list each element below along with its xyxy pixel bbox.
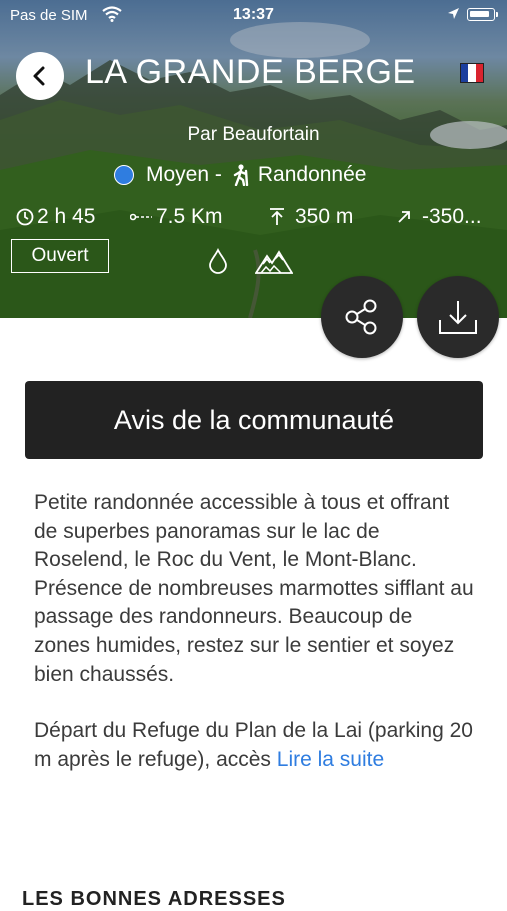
battery-icon bbox=[467, 8, 498, 21]
ascent-icon bbox=[270, 208, 284, 225]
page-title: LA GRANDE BERGE bbox=[85, 53, 416, 91]
activity-label: Randonnée bbox=[257, 163, 367, 186]
difficulty-dot bbox=[114, 165, 134, 185]
french-flag-icon[interactable] bbox=[460, 63, 484, 83]
read-more-link[interactable]: Lire la suite bbox=[277, 748, 384, 771]
distance-stat: 7.5 Km bbox=[130, 205, 223, 229]
descent-icon bbox=[398, 211, 410, 223]
hiker-icon bbox=[232, 164, 250, 186]
description-text: Départ du Refuge du Plan de la Lai (park… bbox=[34, 719, 473, 771]
ascent-stat: 350 m bbox=[267, 205, 353, 229]
difficulty-row: Moyen - Randonnée bbox=[114, 163, 366, 187]
status-bar: Pas de SIM 13:37 bbox=[0, 0, 507, 32]
duration-value: 2 h 45 bbox=[37, 205, 96, 228]
download-button[interactable] bbox=[417, 276, 499, 358]
description: Petite randonnée accessible à tous et of… bbox=[34, 489, 474, 774]
difficulty-label: Moyen - bbox=[146, 163, 222, 186]
mountain-icon bbox=[254, 250, 294, 279]
description-paragraph: Petite randonnée accessible à tous et of… bbox=[34, 491, 474, 686]
stats-row: 2 h 45 7.5 Km 350 m -350... bbox=[0, 205, 507, 233]
back-button[interactable] bbox=[16, 52, 64, 100]
descent-stat: -350... bbox=[396, 205, 482, 229]
descent-value: -350... bbox=[422, 205, 482, 228]
duration-stat: 2 h 45 bbox=[16, 205, 95, 229]
community-reviews-button[interactable]: Avis de la communauté bbox=[25, 381, 483, 459]
share-icon bbox=[345, 299, 377, 335]
share-button[interactable] bbox=[321, 276, 403, 358]
distance-icon bbox=[130, 213, 152, 221]
status-badge: Ouvert bbox=[11, 239, 109, 273]
clock-time: 13:37 bbox=[233, 6, 274, 23]
clock-icon bbox=[16, 208, 34, 226]
water-drop-icon bbox=[207, 247, 229, 279]
download-icon bbox=[439, 301, 477, 334]
ascent-value: 350 m bbox=[295, 205, 354, 228]
distance-value: 7.5 Km bbox=[156, 205, 223, 228]
location-arrow-icon bbox=[447, 7, 460, 24]
description-paragraph: Départ du Refuge du Plan de la Lai (park… bbox=[34, 717, 474, 774]
back-icon bbox=[33, 66, 45, 86]
author-label: Par Beaufortain bbox=[187, 124, 320, 145]
